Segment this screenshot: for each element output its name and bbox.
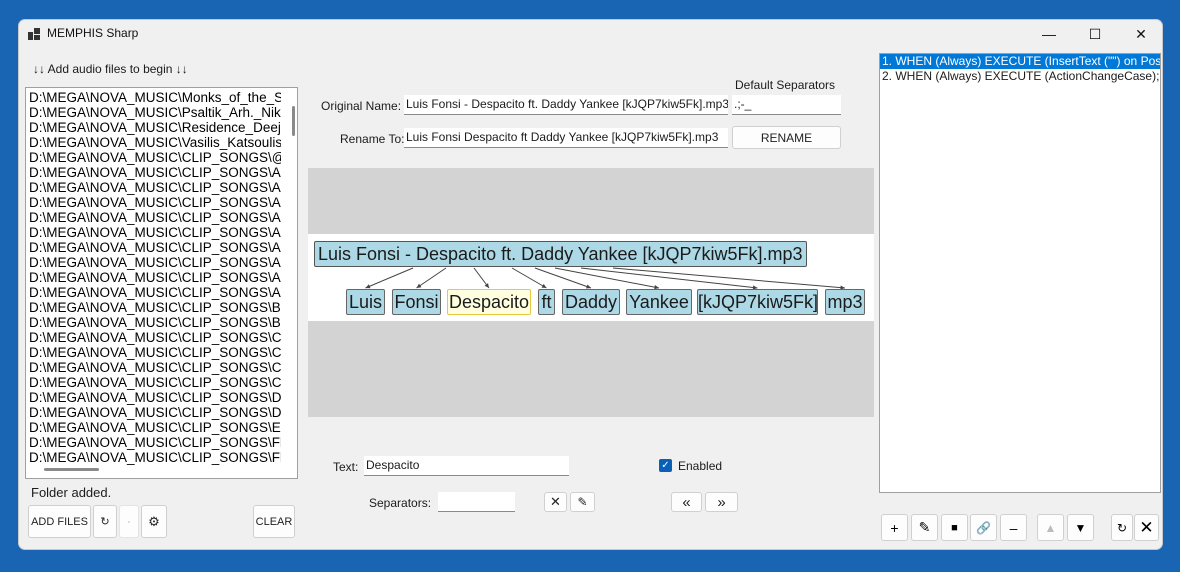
file-list-item[interactable]: D:\MEGA\NOVA_MUSIC\CLIP_SONGS\Ani xyxy=(29,255,281,270)
brush-icon[interactable]: ✎ xyxy=(570,492,595,512)
clear-separators-icon[interactable]: ✕ xyxy=(544,492,567,512)
file-list-item[interactable]: D:\MEGA\NOVA_MUSIC\CLIP_SONGS\Em xyxy=(29,420,281,435)
rules-list[interactable]: 1. WHEN (Always) EXECUTE (InsertText (""… xyxy=(879,53,1161,493)
token-node[interactable]: Fonsi xyxy=(392,289,441,315)
file-list-item[interactable]: D:\MEGA\NOVA_MUSIC\CLIP_SONGS\Car xyxy=(29,330,281,345)
close-window-button[interactable]: ✕ xyxy=(1118,20,1162,48)
file-list-item[interactable]: D:\MEGA\NOVA_MUSIC\CLIP_SONGS\Ani xyxy=(29,195,281,210)
file-list-item[interactable]: D:\MEGA\NOVA_MUSIC\CLIP_SONGS\Dhu xyxy=(29,405,281,420)
token-edge xyxy=(511,267,547,289)
close-rules-icon[interactable]: ✕ xyxy=(1134,514,1159,541)
file-list-item[interactable]: D:\MEGA\NOVA_MUSIC\CLIP_SONGS\Fly xyxy=(29,435,281,450)
text-label: Text: xyxy=(333,460,359,474)
add-rule-button[interactable]: + xyxy=(881,514,908,541)
file-list-item[interactable]: D:\MEGA\NOVA_MUSIC\CLIP_SONGS\Ani xyxy=(29,285,281,300)
token-edge-arrowhead xyxy=(416,283,422,288)
file-list-item[interactable]: D:\MEGA\NOVA_MUSIC\CLIP_SONGS\Am xyxy=(29,180,281,195)
token-tree-canvas: Luis Fonsi - Despacito ft. Daddy Yankee … xyxy=(308,168,874,417)
next-token-button[interactable]: » xyxy=(705,492,738,512)
token-node[interactable]: [kJQP7kiw5Fk] xyxy=(697,289,818,315)
app-logo-icon xyxy=(28,28,40,40)
more-button[interactable]: · xyxy=(119,505,139,538)
file-list-item[interactable]: D:\MEGA\NOVA_MUSIC\CLIP_SONGS\Ani xyxy=(29,270,281,285)
file-list-item[interactable]: D:\MEGA\NOVA_MUSIC\Vasilis_Katsoulis_- xyxy=(29,135,281,150)
file-list-item[interactable]: D:\MEGA\NOVA_MUSIC\CLIP_SONGS\@lo xyxy=(29,150,281,165)
remove-rule-button[interactable]: – xyxy=(1000,514,1027,541)
move-down-icon[interactable]: ▼ xyxy=(1067,514,1094,541)
file-list-rows: D:\MEGA\NOVA_MUSIC\Monks_of_the_Sin D:\ME… xyxy=(29,90,281,465)
reset-icon[interactable]: ↻ xyxy=(1111,514,1133,541)
file-list-item[interactable]: D:\MEGA\NOVA_MUSIC\Monks_of_the_Sin xyxy=(29,90,281,105)
settings-gear-icon[interactable]: ⚙ xyxy=(141,505,167,538)
file-list-item[interactable]: D:\MEGA\NOVA_MUSIC\CLIP_SONGS\Cor xyxy=(29,360,281,375)
refresh-icon[interactable]: ↻ xyxy=(93,505,117,538)
file-list[interactable]: D:\MEGA\NOVA_MUSIC\Monks_of_the_Sin D:\ME… xyxy=(25,87,298,479)
link-icon[interactable]: 🔗 xyxy=(970,514,997,541)
enabled-label: Enabled xyxy=(678,459,723,473)
token-node[interactable]: ft xyxy=(538,289,555,315)
add-files-hint: ↓↓ Add audio files to begin ↓↓ xyxy=(33,62,188,76)
file-list-item[interactable]: D:\MEGA\NOVA_MUSIC\Psaltik_Arh._Nikod xyxy=(29,105,281,120)
minimize-button[interactable]: — xyxy=(1026,20,1072,48)
edit-rule-icon[interactable]: ✎ xyxy=(911,514,938,541)
file-list-item[interactable]: D:\MEGA\NOVA_MUSIC\CLIP_SONGS\Ani xyxy=(29,210,281,225)
token-edge-arrowhead xyxy=(586,284,591,289)
rename-to-label: Rename To: xyxy=(340,132,405,146)
separators-label: Separators: xyxy=(369,496,432,510)
file-list-item[interactable]: D:\MEGA\NOVA_MUSIC\CLIP_SONGS\Akc xyxy=(29,165,281,180)
file-list-item[interactable]: D:\MEGA\NOVA_MUSIC\CLIP_SONGS\Ani xyxy=(29,240,281,255)
token-node[interactable]: Daddy xyxy=(562,289,620,315)
window-title: MEMPHIS Sharp xyxy=(47,26,139,40)
file-list-item[interactable]: D:\MEGA\NOVA_MUSIC\Residence_Deejay xyxy=(29,120,281,135)
file-list-item[interactable]: D:\MEGA\NOVA_MUSIC\CLIP_SONGS\Ani xyxy=(29,225,281,240)
token-edge xyxy=(416,267,447,289)
file-list-item[interactable]: D:\MEGA\NOVA_MUSIC\CLIP_SONGS\Bec xyxy=(29,315,281,330)
token-edge-arrowhead xyxy=(484,283,489,288)
root-filename-node[interactable]: Luis Fonsi - Despacito ft. Daddy Yankee … xyxy=(314,241,807,267)
rule-item[interactable]: 1. WHEN (Always) EXECUTE (InsertText (""… xyxy=(880,54,1160,69)
separators-input[interactable] xyxy=(438,492,515,512)
enabled-checkbox[interactable]: ✓ xyxy=(659,459,672,472)
token-edge xyxy=(365,267,414,289)
file-list-vertical-scrollbar[interactable] xyxy=(292,106,295,136)
clear-button[interactable]: CLEAR xyxy=(253,505,295,538)
previous-token-button[interactable]: « xyxy=(671,492,702,512)
maximize-button[interactable]: ☐ xyxy=(1072,20,1118,48)
title-bar[interactable]: MEMPHIS Sharp — ☐ ✕ xyxy=(19,20,1162,48)
rule-item[interactable]: 2. WHEN (Always) EXECUTE (ActionChangeCa… xyxy=(880,69,1160,84)
file-list-item[interactable]: D:\MEGA\NOVA_MUSIC\CLIP_SONGS\Fly xyxy=(29,450,281,465)
file-list-item[interactable]: D:\MEGA\NOVA_MUSIC\CLIP_SONGS\Dav xyxy=(29,390,281,405)
token-node[interactable]: Despacito xyxy=(447,289,531,315)
status-text: Folder added. xyxy=(31,485,112,500)
token-node[interactable]: Yankee xyxy=(626,289,692,315)
file-list-horizontal-scrollbar[interactable] xyxy=(44,468,99,471)
file-list-item[interactable]: D:\MEGA\NOVA_MUSIC\CLIP_SONGS\Bac xyxy=(29,300,281,315)
default-separators-label: Default Separators xyxy=(735,78,836,92)
add-files-button[interactable]: ADD FILES xyxy=(28,505,91,538)
token-node[interactable]: Luis xyxy=(346,289,385,315)
token-text-input[interactable]: Despacito xyxy=(364,456,569,476)
rename-button[interactable]: RENAME xyxy=(732,126,841,149)
token-node[interactable]: mp3 xyxy=(825,289,865,315)
rename-to-field[interactable]: Luis Fonsi Despacito ft Daddy Yankee [kJ… xyxy=(404,128,728,148)
original-name-label: Original Name: xyxy=(321,99,402,113)
default-separators-input[interactable]: .;-_ xyxy=(732,95,841,115)
original-name-field[interactable]: Luis Fonsi - Despacito ft. Daddy Yankee … xyxy=(404,95,728,115)
app-window: MEMPHIS Sharp — ☐ ✕ ↓↓ Add audio files t… xyxy=(18,19,1163,550)
file-list-item[interactable]: D:\MEGA\NOVA_MUSIC\CLIP_SONGS\Car xyxy=(29,345,281,360)
stop-icon[interactable]: ■ xyxy=(941,514,968,541)
file-list-item[interactable]: D:\MEGA\NOVA_MUSIC\CLIP_SONGS\Cra xyxy=(29,375,281,390)
move-up-icon[interactable]: ▲ xyxy=(1037,514,1064,541)
token-tree-strip: Luis Fonsi - Despacito ft. Daddy Yankee … xyxy=(308,234,874,321)
